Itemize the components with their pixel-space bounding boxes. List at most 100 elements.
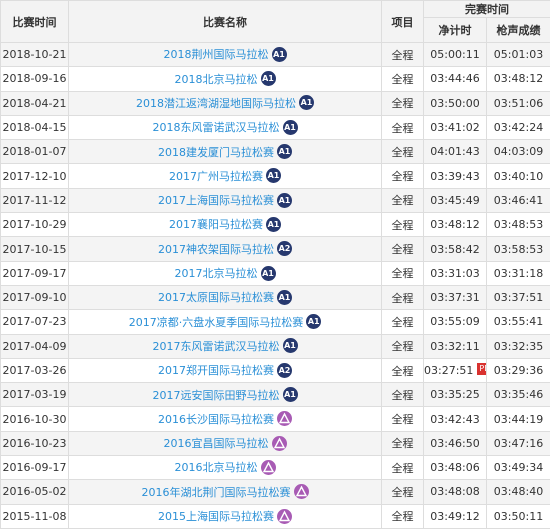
race-name-link[interactable]: 2018东风雷诺武汉马拉松 (153, 121, 280, 134)
race-item: 全程 (382, 456, 424, 480)
table-row: 2016-05-022016年湖北荆门国际马拉松赛 全程03:48:0803:4… (1, 480, 550, 504)
net-time: 03:48:06 (430, 461, 479, 474)
race-name-link[interactable]: 2017东风雷诺武汉马拉松 (153, 340, 280, 353)
net-time-cell: 03:48:12 (424, 213, 487, 237)
gun-time: 03:37:51 (487, 285, 550, 309)
race-level-badge-icon (277, 411, 292, 426)
gun-time: 05:01:03 (487, 43, 550, 67)
race-level-badge-icon (261, 460, 276, 475)
race-name-link[interactable]: 2017远安国际田野马拉松 (153, 389, 280, 402)
race-date: 2018-10-21 (1, 43, 69, 67)
table-row: 2017-09-102017太原国际马拉松赛A1全程03:37:3103:37:… (1, 285, 550, 309)
race-level-badge: A1 (283, 387, 298, 402)
race-date: 2015-11-08 (1, 504, 69, 528)
race-date: 2016-10-23 (1, 431, 69, 455)
race-item: 全程 (382, 237, 424, 261)
race-name-link[interactable]: 2018潜江返湾湖湿地国际马拉松 (136, 97, 296, 110)
race-name-link[interactable]: 2017神农架国际马拉松 (158, 243, 274, 256)
table-row: 2017-10-292017襄阳马拉松赛A1全程03:48:1203:48:53 (1, 213, 550, 237)
race-date: 2017-04-09 (1, 334, 69, 358)
race-name-cell: 2017襄阳马拉松赛A1 (69, 213, 382, 237)
gun-time: 03:46:41 (487, 188, 550, 212)
race-level-badge: A1 (283, 338, 298, 353)
race-item: 全程 (382, 188, 424, 212)
header-date: 比赛时间 (1, 1, 69, 43)
race-name-link[interactable]: 2018建发厦门马拉松赛 (158, 146, 274, 159)
gun-time: 03:35:46 (487, 383, 550, 407)
race-item: 全程 (382, 67, 424, 91)
race-name-cell: 2016宜昌国际马拉松 (69, 431, 382, 455)
race-item: 全程 (382, 480, 424, 504)
race-level-badge-icon (272, 436, 287, 451)
gun-time: 03:48:12 (487, 67, 550, 91)
race-name-cell: 2017上海国际马拉松赛A1 (69, 188, 382, 212)
net-time-cell: 03:48:08 (424, 480, 487, 504)
race-level-badge: A2 (277, 363, 292, 378)
race-name-link[interactable]: 2018北京马拉松 (175, 73, 258, 86)
race-name-link[interactable]: 2015上海国际马拉松赛 (158, 510, 274, 523)
race-date: 2017-10-15 (1, 237, 69, 261)
race-name-link[interactable]: 2018荆州国际马拉松 (164, 48, 269, 61)
race-name-link[interactable]: 2016北京马拉松 (175, 461, 258, 474)
race-name-link[interactable]: 2017凉都·六盘水夏季国际马拉松赛 (129, 316, 304, 329)
race-item: 全程 (382, 140, 424, 164)
net-time: 03:50:00 (430, 97, 479, 110)
race-name-cell: 2018潜江返湾湖湿地国际马拉松A1 (69, 91, 382, 115)
table-row: 2018-04-212018潜江返湾湖湿地国际马拉松A1全程03:50:0003… (1, 91, 550, 115)
gun-time: 03:58:53 (487, 237, 550, 261)
race-name-link[interactable]: 2016长沙国际马拉松赛 (158, 413, 274, 426)
race-name-link[interactable]: 2017广州马拉松赛 (169, 170, 263, 183)
race-date: 2016-05-02 (1, 480, 69, 504)
table-row: 2017-04-092017东风雷诺武汉马拉松A1全程03:32:1103:32… (1, 334, 550, 358)
net-time-cell: 03:58:42 (424, 237, 487, 261)
gun-time: 03:29:36 (487, 358, 550, 382)
race-results-table: 比赛时间 比赛名称 项目 完赛时间 净计时 枪声成绩 2018-10-21201… (0, 0, 550, 529)
net-time-cell: 03:50:00 (424, 91, 487, 115)
net-time-cell: 03:39:43 (424, 164, 487, 188)
net-time-cell: 03:41:02 (424, 115, 487, 139)
gun-time: 03:48:53 (487, 213, 550, 237)
net-time: 05:00:11 (430, 48, 479, 61)
net-time: 03:42:43 (430, 413, 479, 426)
race-date: 2018-09-16 (1, 67, 69, 91)
race-item: 全程 (382, 310, 424, 334)
gun-time: 03:40:10 (487, 164, 550, 188)
race-name-link[interactable]: 2017北京马拉松 (175, 267, 258, 280)
race-name-link[interactable]: 2016年湖北荆门国际马拉松赛 (142, 486, 291, 499)
race-name-cell: 2017东风雷诺武汉马拉松A1 (69, 334, 382, 358)
table-row: 2017-09-172017北京马拉松A1全程03:31:0303:31:18 (1, 261, 550, 285)
race-name-link[interactable]: 2017郑开国际马拉松赛 (158, 364, 274, 377)
race-name-cell: 2016年湖北荆门国际马拉松赛 (69, 480, 382, 504)
net-time: 03:55:09 (430, 315, 479, 328)
race-level-badge-icon (294, 484, 309, 499)
race-name-cell: 2016长沙国际马拉松赛 (69, 407, 382, 431)
net-time: 03:35:25 (430, 388, 479, 401)
race-level-badge: A1 (299, 95, 314, 110)
table-row: 2018-04-152018东风雷诺武汉马拉松A1全程03:41:0203:42… (1, 115, 550, 139)
race-name-cell: 2016北京马拉松 (69, 456, 382, 480)
gun-time: 03:50:11 (487, 504, 550, 528)
race-name-link[interactable]: 2016宜昌国际马拉松 (164, 437, 269, 450)
net-time-cell: 03:48:06 (424, 456, 487, 480)
net-time: 03:45:49 (430, 194, 479, 207)
gun-time: 03:51:06 (487, 91, 550, 115)
race-item: 全程 (382, 358, 424, 382)
gun-time: 04:03:09 (487, 140, 550, 164)
race-name-link[interactable]: 2017襄阳马拉松赛 (169, 218, 263, 231)
race-date: 2017-03-19 (1, 383, 69, 407)
race-name-link[interactable]: 2017太原国际马拉松赛 (158, 291, 274, 304)
race-level-badge: A1 (261, 71, 276, 86)
table-row: 2018-01-072018建发厦门马拉松赛A1全程04:01:4304:03:… (1, 140, 550, 164)
gun-time: 03:47:16 (487, 431, 550, 455)
race-level-badge-icon (277, 509, 292, 524)
gun-time: 03:49:34 (487, 456, 550, 480)
race-level-badge: A1 (272, 47, 287, 62)
race-name-cell: 2017广州马拉松赛A1 (69, 164, 382, 188)
net-time-cell: 03:27:51PB (424, 358, 487, 382)
table-row: 2018-09-162018北京马拉松A1全程03:44:4603:48:12 (1, 67, 550, 91)
net-time: 03:58:42 (430, 243, 479, 256)
race-name-link[interactable]: 2017上海国际马拉松赛 (158, 194, 274, 207)
net-time: 03:48:08 (430, 485, 479, 498)
race-level-badge: A1 (283, 120, 298, 135)
race-name-cell: 2017远安国际田野马拉松A1 (69, 383, 382, 407)
